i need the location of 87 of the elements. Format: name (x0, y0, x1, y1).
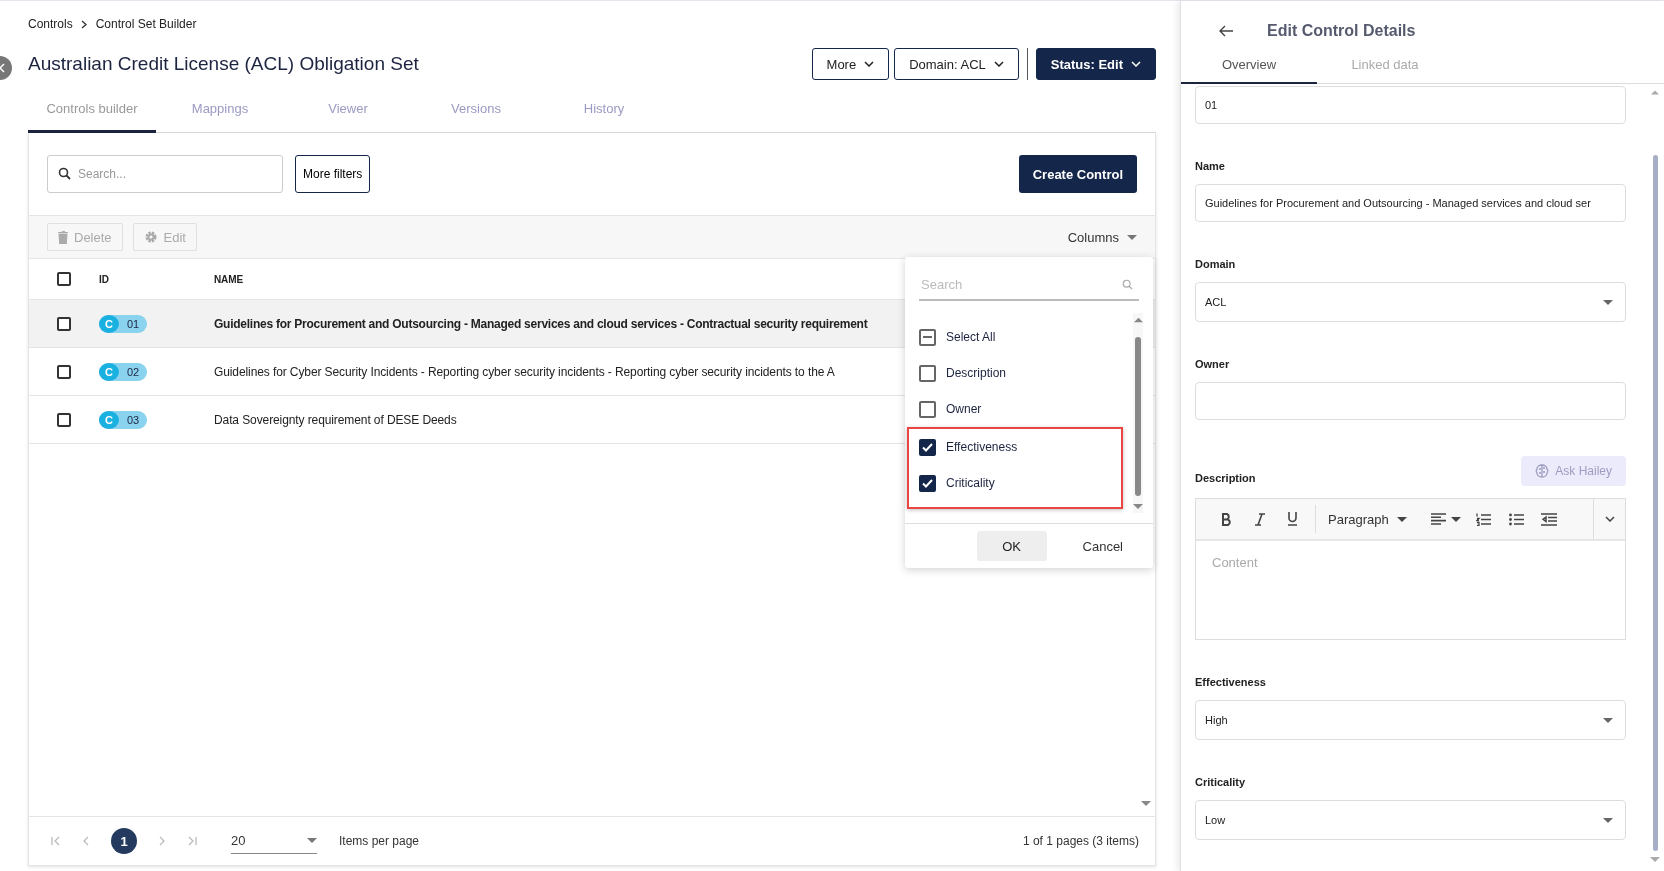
control-name: Data Sovereignty requirement of DESE Deeds (214, 412, 457, 427)
field-value: Guidelines for Procurement and Outsourcing - Managed services and cloud ser (1205, 197, 1591, 209)
items-per-page-label: Items per page (339, 834, 420, 848)
rich-text-editor[interactable]: Paragraph Content (1195, 498, 1626, 640)
column-option-label: Owner (946, 402, 982, 416)
search-icon (58, 167, 71, 180)
columns-dropdown-button[interactable]: Columns (1067, 229, 1137, 245)
caret-down-icon (307, 838, 317, 843)
caret-down-icon (1603, 717, 1613, 723)
header-dropdown-button[interactable]: Domain: ACL (894, 48, 1019, 80)
column-checkbox[interactable] (919, 400, 936, 418)
caret-down-icon (1396, 516, 1407, 522)
text-field[interactable] (1195, 382, 1626, 420)
field-label: Domain (1195, 258, 1237, 270)
field-label: Description (1195, 472, 1256, 484)
checkmark-icon (922, 442, 933, 452)
select-all-checkbox[interactable] (57, 272, 71, 286)
breadcrumb-link[interactable]: Control Set Builder (95, 17, 197, 31)
breadcrumb-link[interactable]: Controls (28, 17, 73, 31)
chevron-right-icon (80, 19, 88, 29)
select-field[interactable]: ACL (1195, 282, 1626, 322)
header-dropdown-button[interactable]: More (811, 48, 890, 80)
column-option-label: Description (946, 366, 1007, 380)
control-id-badge: C 01 (99, 314, 148, 333)
minus-icon (923, 336, 932, 338)
create-control-button[interactable]: Create Control (1018, 155, 1137, 193)
row-checkbox[interactable] (57, 316, 71, 331)
caret-down-icon (1450, 516, 1461, 522)
checkmark-icon (922, 478, 933, 488)
field-value: Low (1205, 814, 1226, 826)
control-id-badge: C 02 (99, 362, 148, 381)
control-name: Guidelines for Procurement and Outsourcing - Managed services and cloud services - Contractual security requirement (214, 316, 868, 331)
chevron-down-icon (1131, 61, 1141, 67)
block-style-dropdown[interactable]: Paragraph (1322, 511, 1413, 527)
field-value: ACL (1205, 296, 1227, 308)
select-field[interactable]: High (1195, 700, 1626, 740)
column-checkbox[interactable] (919, 364, 936, 382)
cancel-button[interactable]: Cancel (1076, 537, 1129, 555)
ok-button[interactable]: OK (976, 531, 1047, 561)
header-dropdown-button[interactable]: Status: Edit (1035, 48, 1156, 80)
scrollbar-thumb[interactable] (1652, 155, 1658, 851)
column-checkbox[interactable] (919, 438, 936, 456)
search-field[interactable]: Search... (47, 155, 283, 193)
trash-icon (58, 230, 68, 244)
gear-icon (143, 230, 158, 244)
field-value: High (1205, 714, 1228, 726)
panel-title: Edit Control Details (1267, 22, 1416, 40)
caret-down-icon (1127, 234, 1137, 240)
text-field[interactable]: 01 (1195, 86, 1626, 124)
more-filters-button[interactable]: More filters (295, 155, 371, 193)
text-field[interactable]: Guidelines for Procurement and Outsourcing - Managed services and cloud ser (1195, 184, 1626, 222)
field-label: Owner (1195, 358, 1231, 370)
row-checkbox[interactable] (57, 364, 71, 379)
caret-down-icon (1603, 299, 1613, 305)
page-title: Australian Credit License (ACL) Obligation Set (28, 53, 420, 75)
caret-down-icon (1603, 817, 1613, 823)
control-id-badge: C 03 (99, 410, 148, 429)
control-name: Guidelines for Cyber Security Incidents - Reporting cyber security incidents - Reporting cyber security incidents to the A (214, 364, 835, 379)
tab[interactable]: Overview (1181, 57, 1317, 84)
pagination-summary: 1 of 1 pages (3 items) (1022, 834, 1139, 848)
field-value: 01 (1205, 99, 1218, 111)
select-all-checkbox[interactable] (919, 328, 936, 346)
scroll-up-icon[interactable] (1133, 317, 1143, 323)
back-arrow-icon[interactable] (1219, 25, 1233, 37)
row-checkbox[interactable] (57, 412, 71, 427)
search-icon (1122, 279, 1133, 290)
chevron-down-icon (864, 61, 875, 67)
chevron-down-icon (1604, 516, 1615, 522)
brain-icon (1535, 464, 1550, 478)
align-left-icon (1430, 513, 1446, 525)
column-option-label: Select All (946, 330, 996, 344)
column-option-label: Criticality (946, 476, 995, 490)
scrollbar-thumb[interactable] (1135, 337, 1141, 496)
page-button[interactable]: 1 (111, 828, 137, 854)
page-size-select[interactable]: 20 (231, 828, 317, 854)
scroll-down-icon (1650, 857, 1660, 862)
field-label: Name (1195, 160, 1226, 172)
field-label: Effectiveness (1195, 676, 1267, 688)
select-field[interactable]: Low (1195, 800, 1626, 840)
field-label: Criticality (1195, 776, 1247, 788)
column-header: NAME (214, 273, 244, 285)
editor-placeholder: Content (1211, 554, 1259, 572)
column-header: ID (99, 273, 109, 285)
chevron-down-icon (993, 61, 1004, 67)
scroll-down-icon (1133, 504, 1143, 509)
scroll-down-icon (1141, 801, 1151, 806)
column-checkbox[interactable] (919, 474, 936, 492)
